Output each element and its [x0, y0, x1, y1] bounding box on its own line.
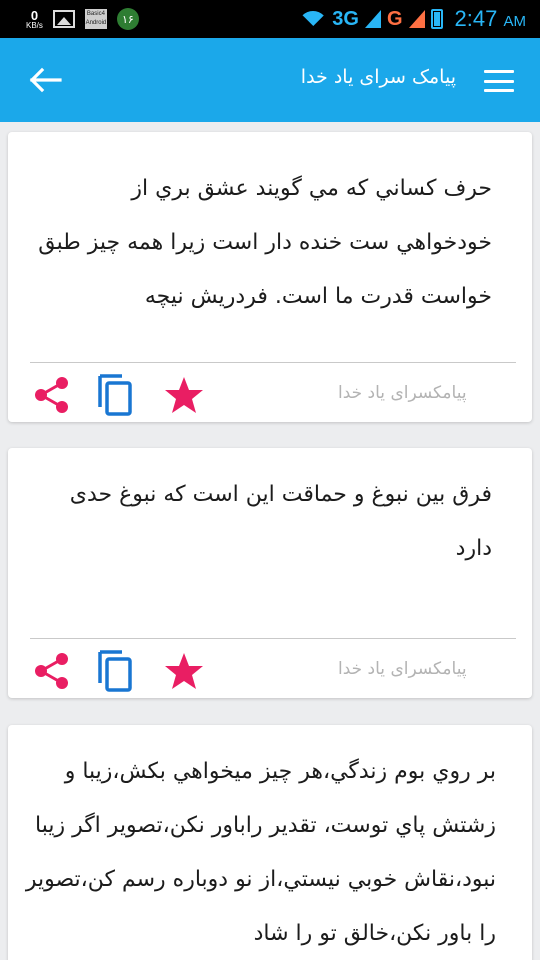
message-card: فرق بين نبوغ و حماقت اين است كه نبوغ حدی…	[8, 448, 532, 698]
wifi-icon	[300, 9, 326, 29]
arrow-left-icon	[29, 67, 62, 93]
message-card: بر روي بوم زندگي،هر چيز ميخواهي بكش،زيبا…	[8, 725, 532, 960]
signal-icon	[364, 10, 381, 28]
signal-icon-2	[408, 10, 425, 28]
data-rate-indicator: 0 KB/s	[26, 9, 43, 30]
share-icon[interactable]	[34, 376, 70, 414]
copy-icon[interactable]	[96, 373, 134, 417]
message-card: حرف كساني كه مي گويند عشق بري از خودخواه…	[8, 132, 532, 422]
network-type-g: G	[386, 7, 403, 30]
data-rate-value: 0	[30, 7, 39, 23]
notification-count-badge: ۱۶	[116, 8, 139, 30]
basic4android-notification-icon: Basic4 Android	[84, 9, 107, 29]
clock: 2:47 AM	[455, 6, 526, 32]
favorite-star-icon[interactable]	[164, 652, 204, 690]
clock-ampm: AM	[503, 13, 527, 30]
clock-time: 2:47	[454, 6, 498, 31]
favorite-star-icon[interactable]	[164, 376, 204, 414]
back-button[interactable]	[26, 64, 66, 96]
network-type-3g: 3G	[332, 7, 359, 30]
message-text: فرق بين نبوغ و حماقت اين است كه نبوغ حدی…	[69, 482, 492, 561]
hamburger-menu-icon-line	[484, 79, 514, 83]
card-divider	[30, 638, 516, 639]
message-source: پیامکسرای یاد خدا	[338, 383, 467, 403]
copy-icon[interactable]	[96, 649, 134, 693]
app-bar: پیامک سرای یاد خدا	[0, 38, 540, 122]
hamburger-menu-button[interactable]	[484, 70, 514, 92]
card-divider	[30, 362, 516, 363]
battery-icon	[430, 9, 443, 29]
hamburger-menu-icon-line	[484, 70, 514, 73]
message-source: پیامکسرای یاد خدا	[338, 659, 467, 679]
message-text: حرف كساني كه مي گويند عشق بري از خودخواه…	[38, 176, 492, 309]
hamburger-menu-icon-line	[484, 89, 514, 92]
message-text: بر روي بوم زندگي،هر چيز ميخواهي بكش،زيبا…	[25, 759, 496, 946]
share-icon[interactable]	[34, 652, 70, 690]
status-bar-left: 0 KB/s Basic4 Android ۱۶	[0, 8, 139, 30]
status-bar: 0 KB/s Basic4 Android ۱۶ 3G G 2:47 AM	[0, 0, 540, 38]
status-bar-right: 3G G 2:47 AM	[300, 0, 526, 38]
data-rate-unit: KB/s	[26, 20, 43, 30]
gallery-notification-icon	[52, 10, 75, 28]
app-title: پیامک سرای یاد خدا	[300, 66, 456, 88]
